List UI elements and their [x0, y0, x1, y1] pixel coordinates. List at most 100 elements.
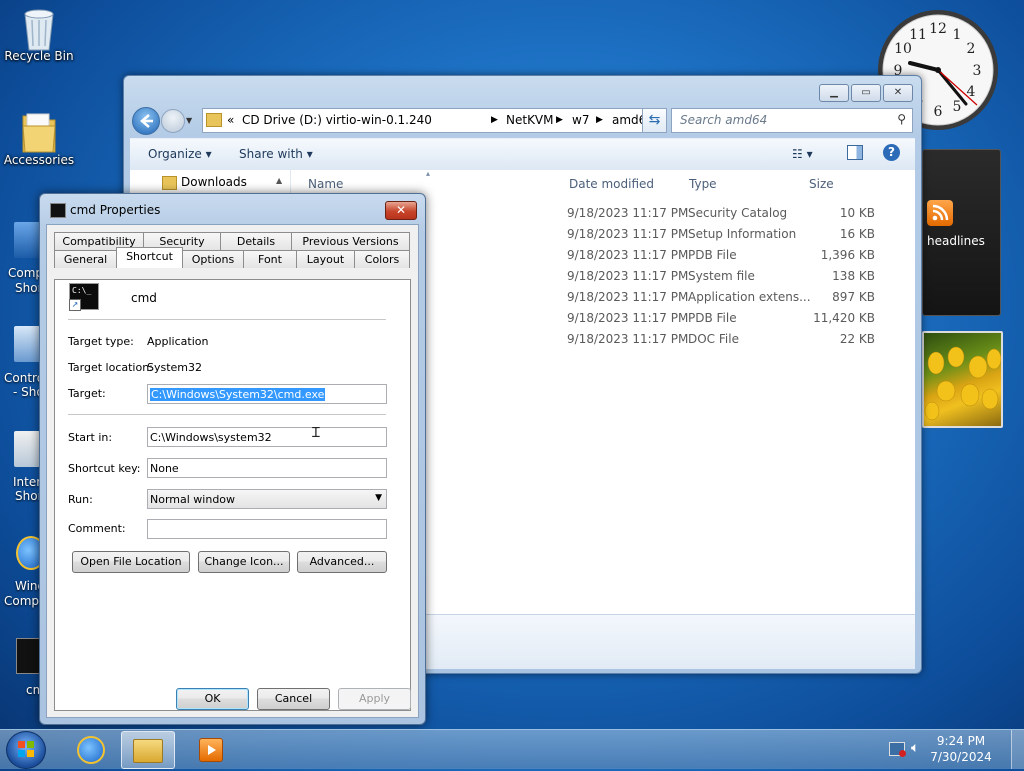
help-icon[interactable]: ? [883, 144, 900, 161]
comment-field[interactable] [147, 519, 387, 539]
downloads-folder-icon [162, 175, 177, 190]
start-button[interactable] [6, 731, 46, 769]
nav-item-downloads[interactable]: Downloads [162, 175, 247, 190]
search-icon: ⚲ [897, 112, 906, 126]
target-type-value: Application [147, 335, 209, 348]
forward-button[interactable] [161, 109, 185, 133]
close-button[interactable]: ✕ [883, 84, 913, 102]
cell-size: 11,420 KB [813, 311, 875, 325]
show-desktop-button[interactable] [1011, 730, 1024, 769]
table-row[interactable]: 9/18/2023 11:17 PM PDB File 1,396 KB [567, 245, 887, 266]
slideshow-gadget[interactable] [922, 331, 1003, 428]
minimize-button[interactable]: ▁ [819, 84, 849, 102]
tab-details[interactable]: Details [220, 232, 292, 250]
dialog-close-button[interactable]: ✕ [385, 201, 417, 220]
preview-pane-icon[interactable] [847, 145, 863, 160]
search-box[interactable]: Search amd64 ⚲ [671, 108, 913, 133]
clock-date[interactable]: 7/30/2024 [926, 750, 996, 764]
breadcrumb-segment[interactable]: CD Drive (D:) virtio-win-0.1.240 [242, 113, 432, 127]
cell-date: 9/18/2023 11:17 PM [567, 311, 689, 325]
table-row[interactable]: 9/18/2023 11:17 PM DOC File 22 KB [567, 329, 887, 350]
internet-shortcut-icon[interactable] [14, 431, 40, 467]
apply-button[interactable]: Apply [338, 688, 411, 710]
clock-number: 12 [929, 21, 947, 37]
cell-size: 10 KB [839, 206, 875, 220]
dialog-body: Compatibility Security Details Previous … [46, 224, 419, 718]
chevron-right-icon[interactable]: ▶ [596, 115, 603, 125]
properties-dialog[interactable]: cmd Properties ✕ Compatibility Security … [39, 193, 426, 725]
chevron-right-icon[interactable]: ▶ [491, 115, 498, 125]
desktop-icon-accessories[interactable]: Accessories [1, 110, 77, 167]
feed-headlines-gadget[interactable]: headlines [922, 149, 1001, 316]
table-row[interactable]: 9/18/2023 11:17 PM PDB File 11,420 KB [567, 308, 887, 329]
address-prefix[interactable]: « [227, 113, 234, 127]
target-field[interactable]: C:\Windows\System32\cmd.exe [147, 384, 387, 404]
desktop-icon-label: Comp [8, 266, 44, 280]
cancel-button[interactable]: Cancel [257, 688, 330, 710]
ok-button[interactable]: OK [176, 688, 249, 710]
view-options-icon[interactable]: ☷ ▾ [792, 147, 813, 161]
system-tray: 🔈︎ 9:24 PM 7/30/2024 [879, 730, 1024, 769]
tab-colors[interactable]: Colors [354, 250, 410, 268]
target-location-label: Target location: [68, 361, 153, 374]
taskbar-media-player-button[interactable] [184, 731, 236, 767]
share-with-menu[interactable]: Share with ▾ [239, 147, 313, 161]
control-panel-shortcut-icon[interactable] [14, 326, 40, 362]
clock-number: 6 [934, 104, 943, 120]
tab-options[interactable]: Options [182, 250, 244, 268]
column-header-name[interactable]: Name [308, 177, 343, 191]
cell-date: 9/18/2023 11:17 PM [567, 332, 689, 346]
open-file-location-button[interactable]: Open File Location [72, 551, 190, 573]
tab-shortcut[interactable]: Shortcut [116, 247, 183, 268]
recent-pages-dropdown[interactable]: ▼ [186, 116, 192, 125]
back-button[interactable] [132, 107, 160, 135]
cell-type: PDB File [688, 311, 737, 325]
chevron-right-icon[interactable]: ▶ [556, 115, 563, 125]
column-header-size[interactable]: Size [809, 177, 834, 191]
cell-size: 1,396 KB [820, 248, 875, 262]
refresh-button[interactable]: ⇆ [642, 108, 667, 133]
breadcrumb-segment[interactable]: w7 [572, 113, 589, 127]
taskbar-ie-button[interactable] [64, 731, 116, 767]
tab-general[interactable]: General [54, 250, 117, 268]
table-row[interactable]: 9/18/2023 11:17 PM System file 138 KB [567, 266, 887, 287]
tab-font[interactable]: Font [243, 250, 297, 268]
table-row[interactable]: 9/18/2023 11:17 PM Security Catalog 10 K… [567, 203, 887, 224]
shortcut-arrow-icon: ↗ [69, 299, 81, 311]
address-bar[interactable]: « CD Drive (D:) virtio-win-0.1.240 ▶ Net… [202, 108, 667, 133]
start-in-field[interactable]: C:\Windows\system32 [147, 427, 387, 447]
taskbar-explorer-button[interactable] [121, 731, 175, 769]
computer-shortcut-icon[interactable] [14, 222, 40, 258]
nav-item-label: Downloads [181, 175, 247, 189]
change-icon-button[interactable]: Change Icon... [198, 551, 290, 573]
tab-layout[interactable]: Layout [296, 250, 355, 268]
desktop-icon-recycle-bin[interactable]: Recycle Bin [1, 6, 77, 63]
cell-size: 138 KB [832, 269, 875, 283]
media-player-icon [199, 738, 223, 762]
window-caption-buttons: ▁ ▭ ✕ [819, 84, 913, 102]
volume-muted-icon[interactable]: 🔈︎ [911, 740, 919, 756]
taskbar: 🔈︎ 9:24 PM 7/30/2024 [0, 729, 1024, 769]
tab-previous-versions[interactable]: Previous Versions [291, 232, 410, 250]
advanced-button[interactable]: Advanced... [297, 551, 387, 573]
run-select[interactable]: Normal window ▼ [147, 489, 387, 509]
column-header-type[interactable]: Type [689, 177, 717, 191]
chevron-down-icon: ▼ [375, 493, 382, 503]
shortcut-key-field[interactable]: None [147, 458, 387, 478]
table-row[interactable]: 9/18/2023 11:17 PM Setup Information 16 … [567, 224, 887, 245]
cell-type: DOC File [688, 332, 739, 346]
clock-time[interactable]: 9:24 PM [926, 734, 996, 748]
table-row[interactable]: 9/18/2023 11:17 PM Application extens...… [567, 287, 887, 308]
nav-scroll-up-icon[interactable]: ▲ [276, 176, 282, 185]
cell-type: Setup Information [688, 227, 797, 241]
breadcrumb-segment[interactable]: NetKVM [506, 113, 554, 127]
tulips-image [924, 346, 1001, 421]
clock-number: 11 [909, 27, 927, 43]
maximize-button[interactable]: ▭ [851, 84, 881, 102]
column-header-date[interactable]: Date modified [569, 177, 654, 191]
organize-menu[interactable]: Organize ▾ [148, 147, 212, 161]
rss-icon [927, 200, 953, 226]
search-input[interactable]: Search amd64 [680, 113, 767, 127]
cmd-icon-text: C:\_ [72, 286, 92, 295]
separator [68, 414, 386, 415]
